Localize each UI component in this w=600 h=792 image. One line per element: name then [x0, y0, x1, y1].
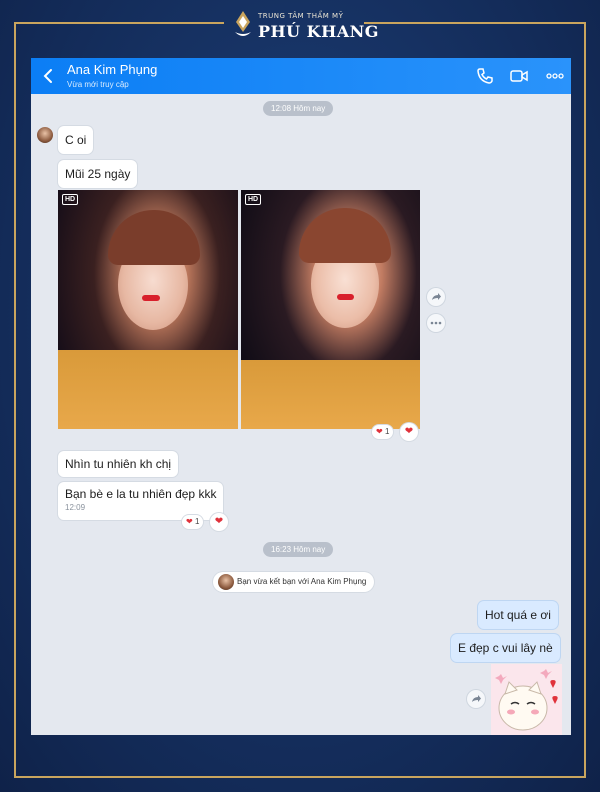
more-dots-icon [430, 321, 442, 325]
message-bubble-outgoing[interactable]: Hot quá e ơi [478, 601, 558, 629]
options-button[interactable] [427, 314, 445, 332]
photo-hair [299, 208, 391, 263]
system-message: Bạn vừa kết bạn với Ana Kim Phụng [213, 572, 375, 592]
gold-line-right [584, 22, 586, 778]
contact-name[interactable]: Ana Kim Phụng [67, 62, 157, 77]
heart-icon: ❤ [186, 517, 193, 526]
message-bubble-outgoing[interactable]: E đẹp c vui lây nè [451, 634, 560, 662]
chevron-left-icon[interactable] [39, 66, 59, 86]
heart-icon: ❤ [376, 427, 383, 436]
photo-hair [108, 210, 200, 265]
cat-sticker-icon [491, 664, 562, 735]
photo-1[interactable]: HD [58, 190, 238, 429]
phone-icon[interactable] [475, 66, 495, 86]
message-bubble[interactable]: Mũi 25 ngày [58, 160, 138, 188]
hd-badge: HD [245, 194, 262, 205]
avatar [218, 574, 234, 590]
forward-button[interactable] [427, 288, 445, 306]
brand-subtitle: TRUNG TÂM THẨM MỸ [258, 12, 344, 20]
brand-logo: TRUNG TÂM THẨM MỸ PHÚ KHANG [0, 6, 600, 46]
chat-screen: Ana Kim Phụng Vừa mới truy cập 12:08 Hôm… [31, 58, 571, 735]
react-heart-button[interactable]: ❤ [400, 423, 418, 441]
react-heart-button[interactable]: ❤ [210, 513, 228, 531]
contact-status: Vừa mới truy cập [67, 80, 129, 89]
heart-icon: ❤ [404, 426, 414, 437]
brand-title: PHÚ KHANG [258, 22, 379, 41]
time-divider: 16:23 Hôm nay [263, 542, 334, 557]
system-message-text: Bạn vừa kết bạn với Ana Kim Phụng [237, 577, 367, 586]
time-divider: 12:08 Hôm nay [263, 101, 334, 116]
hd-badge: HD [62, 194, 79, 205]
photo-lips [337, 294, 354, 300]
reaction-count-value: 1 [194, 517, 200, 526]
photo-clothing [241, 360, 420, 429]
more-dots-icon[interactable] [545, 66, 565, 86]
share-icon [472, 695, 481, 702]
message-text: Bạn bè e la tu nhiên đẹp kkk [65, 487, 217, 501]
photo-lips [142, 295, 160, 301]
message-time: 12:09 [65, 503, 86, 512]
message-bubble[interactable]: C oi [58, 126, 94, 154]
lotus-logo-icon [235, 11, 251, 36]
reaction-count[interactable]: ❤ 1 [372, 425, 394, 439]
photo-2[interactable]: HD [241, 190, 420, 429]
photo-clothing [58, 350, 238, 429]
sticker[interactable] [491, 664, 562, 735]
heart-icon: ❤ [214, 516, 224, 527]
chat-header: Ana Kim Phụng Vừa mới truy cập [31, 58, 571, 94]
reaction-count-value: 1 [384, 427, 390, 436]
gold-line-bottom [14, 776, 586, 778]
forward-button[interactable] [467, 690, 485, 708]
video-camera-icon[interactable] [509, 66, 529, 86]
reaction-count[interactable]: ❤ 1 [182, 515, 204, 529]
message-bubble[interactable]: Nhìn tu nhiên kh chị [58, 451, 179, 477]
share-icon [432, 293, 441, 300]
gold-line-left [14, 22, 16, 778]
message-bubble[interactable]: Bạn bè e la tu nhiên đẹp kkk 12:09 [58, 482, 224, 520]
avatar[interactable] [37, 127, 53, 143]
